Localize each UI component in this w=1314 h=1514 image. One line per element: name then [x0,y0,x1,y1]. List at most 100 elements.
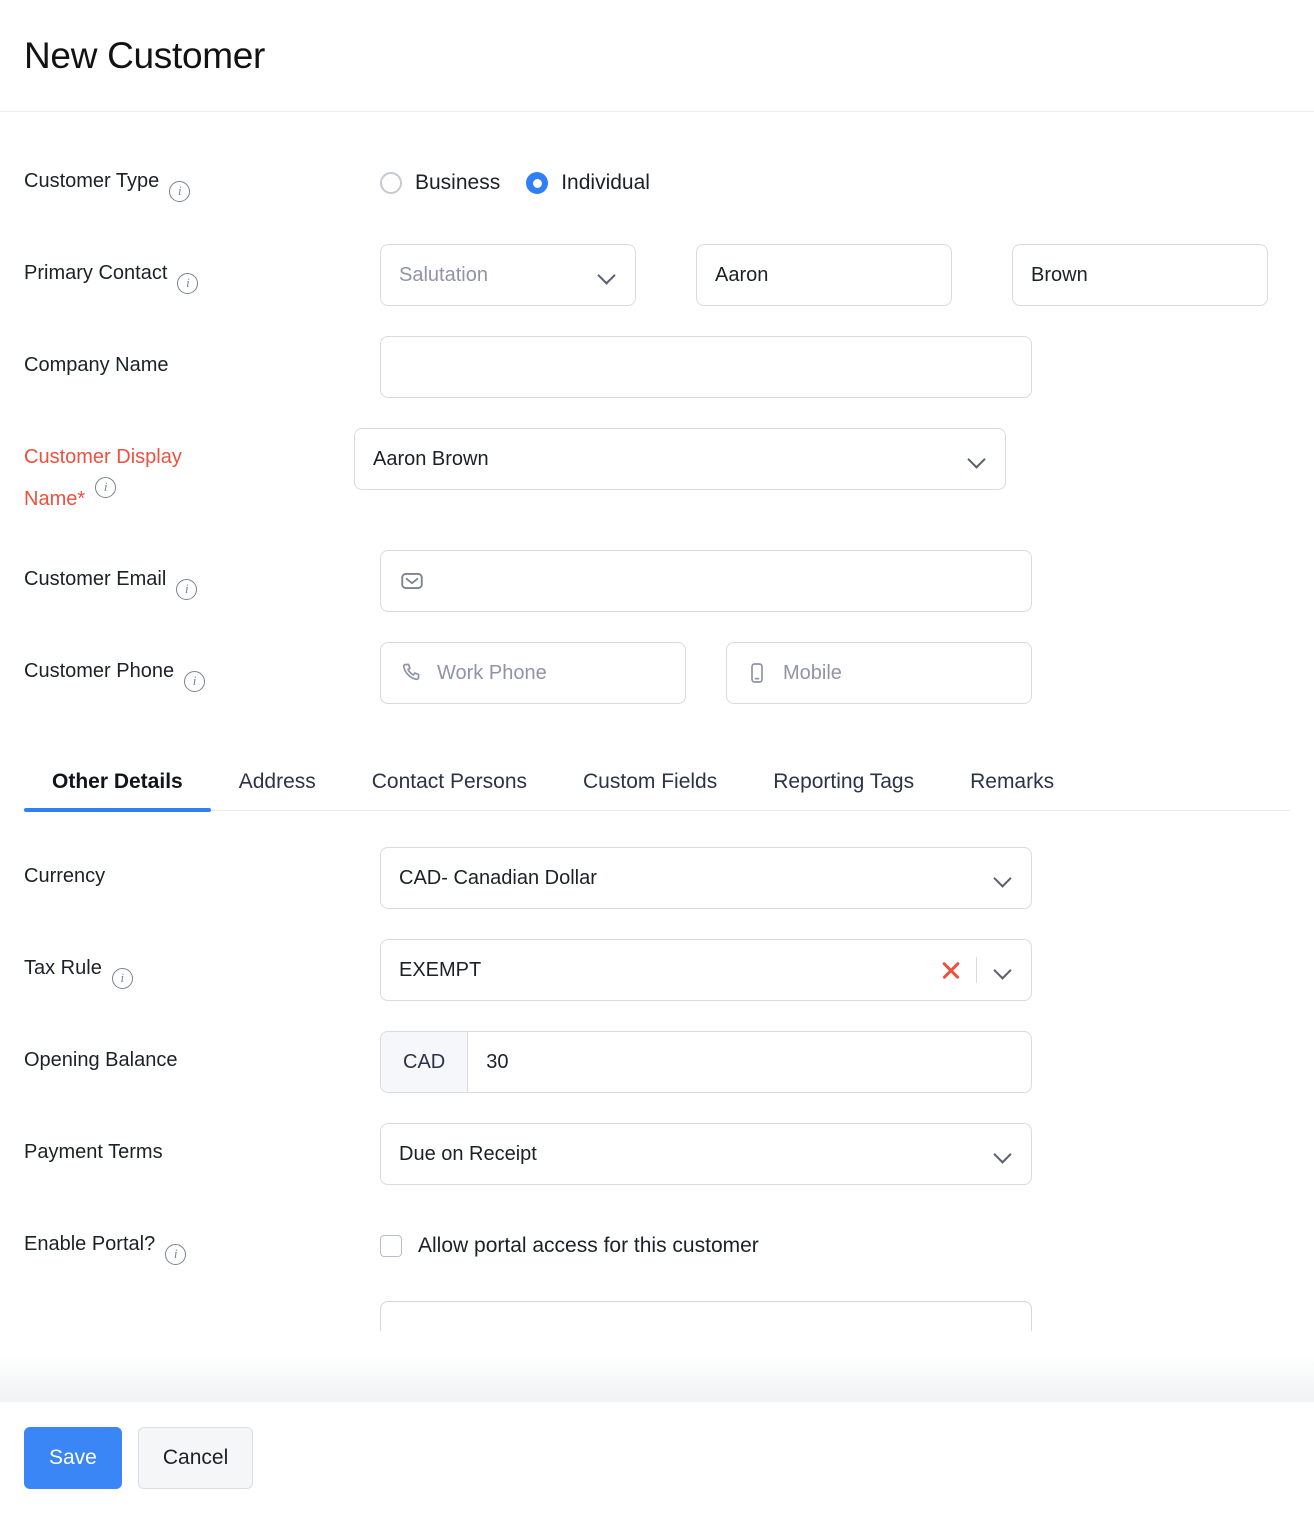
customer-email-input[interactable] [380,550,1032,612]
field-payment-terms: Due on Receipt [380,1123,1290,1185]
opening-balance-label: Opening Balance [24,1039,177,1081]
tax-rule-select[interactable]: EXEMPT [380,939,1032,1001]
row-customer-type: Customer Type i Business Individual [24,152,1290,214]
customer-type-radio-group: Business Individual [380,152,676,214]
enable-portal-checkbox[interactable] [380,1235,402,1257]
row-payment-terms: Payment Terms Due on Receipt [24,1123,1290,1185]
opening-balance-currency-prefix: CAD [381,1032,468,1092]
opening-balance-input-group: CAD 30 [380,1031,1032,1093]
field-currency: CAD- Canadian Dollar [380,847,1290,909]
last-name-input[interactable]: Brown [1012,244,1268,306]
chevron-down-icon [967,449,987,469]
tab-custom-fields[interactable]: Custom Fields [555,770,745,810]
opening-balance-value: 30 [486,1051,508,1074]
tab-label: Other Details [52,770,183,793]
customer-type-label: Customer Type [24,160,159,202]
field-enable-portal: Allow portal access for this customer [380,1215,1290,1277]
opening-balance-input[interactable]: 30 [468,1032,1031,1092]
tab-remarks[interactable]: Remarks [942,770,1082,810]
info-icon[interactable]: i [95,477,116,498]
radio-business-icon[interactable] [380,172,402,194]
row-display-name: Customer Display Name* i Aaron Brown [24,428,1290,520]
chevron-down-icon [597,265,617,285]
form-body: Customer Type i Business Individual [0,112,1314,1402]
info-icon[interactable]: i [165,1244,186,1265]
row-primary-contact: Primary Contact i Salutation Aaron Brown [24,244,1290,306]
field-primary-contact: Salutation Aaron Brown [380,244,1290,306]
info-icon[interactable]: i [169,181,190,202]
label-primary-contact: Primary Contact i [24,244,380,294]
new-customer-page: New Customer Customer Type i Business In… [0,0,1314,1514]
tab-other-details[interactable]: Other Details [24,770,211,810]
tabs: Other Details Address Contact Persons Cu… [24,770,1290,811]
mobile-phone-placeholder: Mobile [783,662,1013,685]
tab-contact-persons[interactable]: Contact Persons [344,770,555,810]
customer-email-label: Customer Email [24,558,166,600]
info-icon[interactable]: i [176,579,197,600]
first-name-input[interactable]: Aaron [696,244,952,306]
label-opening-balance: Opening Balance [24,1031,380,1081]
mobile-phone-input[interactable]: Mobile [726,642,1032,704]
row-tax-rule: Tax Rule i EXEMPT [24,939,1290,1001]
tax-rule-label: Tax Rule [24,947,102,989]
info-icon[interactable]: i [177,273,198,294]
display-name-select[interactable]: Aaron Brown [354,428,1006,490]
first-name-value: Aaron [715,264,933,287]
label-customer-phone: Customer Phone i [24,642,380,692]
radio-individual-label: Individual [561,171,650,195]
tab-address[interactable]: Address [211,770,344,810]
field-customer-phone: Work Phone Mobile [380,642,1290,704]
row-company-name: Company Name [24,336,1290,398]
radio-option-individual[interactable]: Individual [526,171,650,195]
currency-value: CAD- Canadian Dollar [399,867,993,890]
display-name-label-line2: Name* [24,478,85,520]
label-payment-terms: Payment Terms [24,1123,380,1173]
tab-reporting-tags[interactable]: Reporting Tags [745,770,942,810]
salutation-select[interactable]: Salutation [380,244,636,306]
info-icon[interactable]: i [184,671,205,692]
radio-individual-icon[interactable] [526,172,548,194]
tab-label: Reporting Tags [773,770,914,793]
row-customer-email: Customer Email i [24,550,1290,612]
display-name-value: Aaron Brown [373,448,967,471]
cancel-button[interactable]: Cancel [138,1427,253,1489]
info-glyph: i [174,1247,178,1260]
field-customer-type: Business Individual [380,152,1290,214]
partially-visible-input[interactable] [380,1301,1032,1331]
label-enable-portal: Enable Portal? i [24,1215,380,1265]
company-name-label: Company Name [24,344,169,386]
last-name-value: Brown [1031,264,1249,287]
close-icon[interactable] [940,959,962,981]
payment-terms-select[interactable]: Due on Receipt [380,1123,1032,1185]
primary-contact-label: Primary Contact [24,252,167,294]
company-name-input[interactable] [380,336,1032,398]
divider [976,957,977,983]
field-opening-balance: CAD 30 [380,1031,1290,1093]
field-tax-rule: EXEMPT [380,939,1290,1001]
enable-portal-checkbox-label: Allow portal access for this customer [418,1234,759,1258]
row-customer-phone: Customer Phone i Work Phone [24,642,1290,704]
row-currency: Currency CAD- Canadian Dollar [24,847,1290,909]
chevron-down-icon [993,868,1013,888]
save-button[interactable]: Save [24,1427,122,1489]
info-glyph: i [185,582,189,595]
label-customer-email: Customer Email i [24,550,380,600]
field-customer-email [380,550,1290,612]
work-phone-input[interactable]: Work Phone [380,642,686,704]
tax-rule-value: EXEMPT [399,959,940,982]
label-currency: Currency [24,847,380,897]
work-phone-placeholder: Work Phone [437,662,667,685]
info-glyph: i [178,184,182,197]
radio-option-business[interactable]: Business [380,171,500,195]
display-name-label-line1: Customer Display [24,436,344,478]
info-icon[interactable]: i [112,968,133,989]
info-glyph: i [121,971,125,984]
currency-select[interactable]: CAD- Canadian Dollar [380,847,1032,909]
customer-phone-label: Customer Phone [24,650,174,692]
tab-label: Remarks [970,770,1054,793]
chevron-down-icon [993,1144,1013,1164]
enable-portal-checkbox-row[interactable]: Allow portal access for this customer [380,1215,759,1277]
page-header: New Customer [0,0,1314,112]
tab-label: Address [239,770,316,793]
tab-panel-other-details: Currency CAD- Canadian Dollar Tax Rule i [24,811,1290,1331]
